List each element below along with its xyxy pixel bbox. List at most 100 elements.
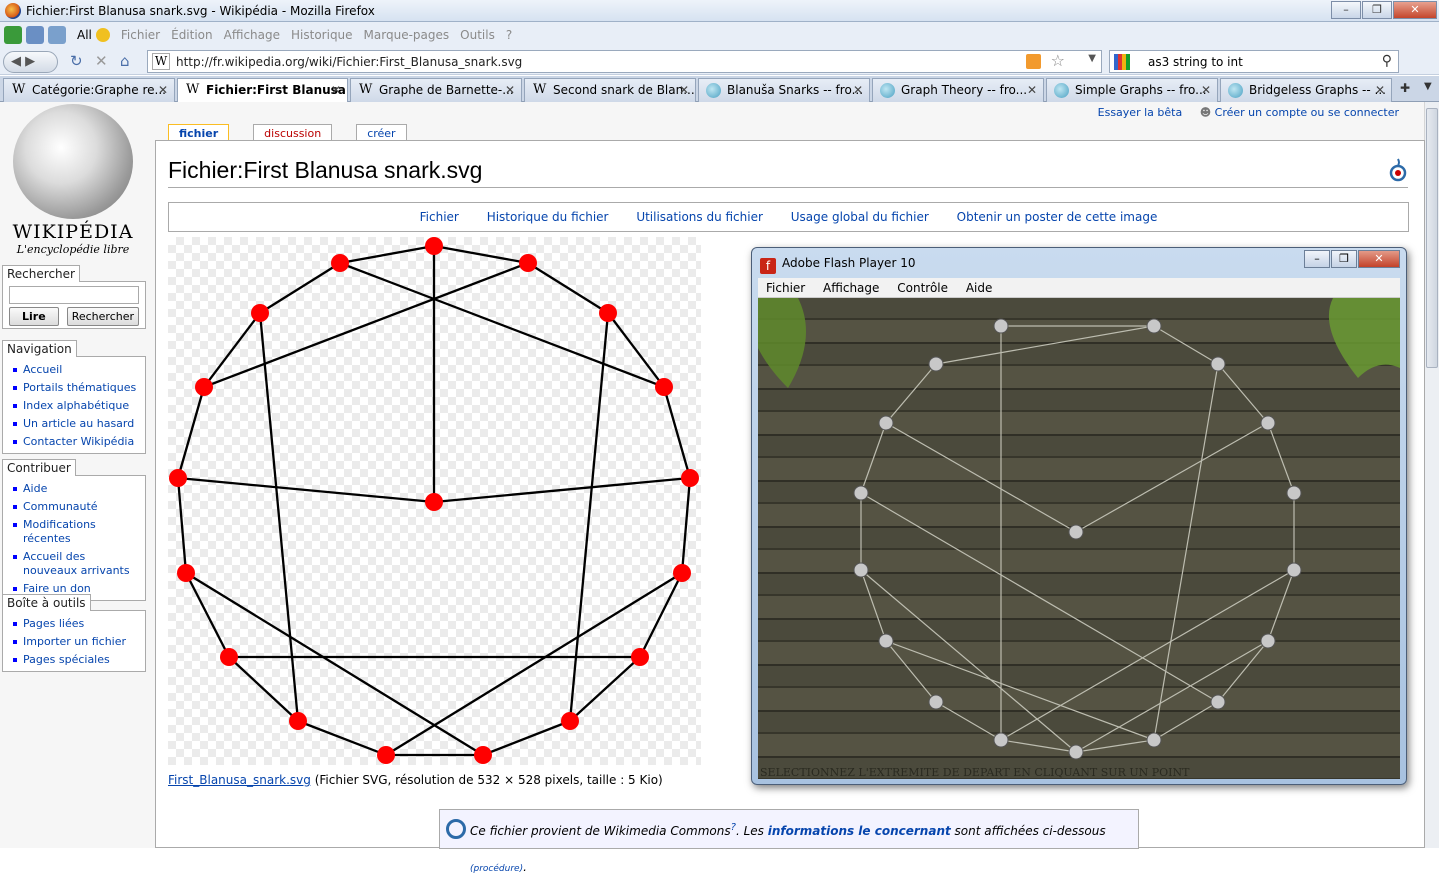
list-all-tabs-icon[interactable]: ▼ (1424, 81, 1432, 92)
graph-vertex[interactable] (993, 318, 1009, 334)
url-text[interactable]: http://fr.wikipedia.org/wiki/Fichier:Fir… (176, 55, 522, 69)
sidebar-item-communaute[interactable]: Communauté (9, 498, 139, 516)
graph-vertex[interactable] (1068, 744, 1084, 760)
stop-icon[interactable]: ✕ (95, 53, 108, 69)
google-icon[interactable] (1114, 54, 1130, 70)
star-icon[interactable] (95, 27, 110, 42)
flash-maximize-button[interactable]: ❐ (1331, 250, 1357, 268)
graph-vertex[interactable] (1068, 524, 1084, 540)
menu-marque-pages[interactable]: Marque-pages (364, 28, 450, 42)
close-tab-icon[interactable]: ✕ (1201, 79, 1211, 101)
graph-vertex[interactable] (1260, 633, 1276, 649)
search-button[interactable]: Rechercher (66, 307, 139, 326)
file-link[interactable]: First_Blanusa_snark.svg (168, 773, 311, 787)
sidebar-item-contacter[interactable]: Contacter Wikipédia (9, 433, 139, 451)
bookmark-star-icon[interactable]: ☆ (1051, 51, 1065, 70)
flash-menu-fichier[interactable]: Fichier (766, 281, 805, 295)
home-icon[interactable]: ⌂ (120, 53, 130, 69)
search-query[interactable]: as3 string to int (1148, 55, 1243, 69)
graph-vertex[interactable] (928, 694, 944, 710)
hand-icon[interactable] (26, 25, 44, 44)
toc-historique[interactable]: Historique du fichier (487, 210, 609, 224)
tab-fichier-first-blanusa[interactable]: W Fichier:First Blanusa... ✕ (177, 78, 348, 103)
sidebar-item-aide[interactable]: Aide (9, 480, 139, 498)
close-tab-icon[interactable]: ✕ (1027, 79, 1037, 101)
flash-menu-affichage[interactable]: Affichage (823, 281, 879, 295)
tab-categorie[interactable]: W Catégorie:Graphe re... ✕ (3, 78, 175, 102)
beta-link[interactable]: Essayer la bêta (1098, 106, 1183, 119)
menu-outils[interactable]: Outils (460, 28, 495, 42)
graph-vertex[interactable] (1210, 694, 1226, 710)
snark-image[interactable] (168, 237, 701, 765)
toc-utilisations[interactable]: Utilisations du fichier (636, 210, 763, 224)
search-icon[interactable]: ⚲ (1382, 53, 1392, 69)
sidebar-search-input[interactable] (9, 286, 139, 304)
menu-historique[interactable]: Historique (291, 28, 353, 42)
speech-icon[interactable] (48, 25, 66, 44)
sidebar-item-importer[interactable]: Importer un fichier (9, 633, 139, 651)
sidebar-item-pages-liees[interactable]: Pages liées (9, 615, 139, 633)
page-scrollbar[interactable] (1424, 102, 1439, 848)
wikipedia-logo[interactable]: WIKIPÉDIA L'encyclopédie libre (8, 104, 138, 259)
graph-vertex[interactable] (878, 633, 894, 649)
toc-usage-global[interactable]: Usage global du fichier (791, 210, 929, 224)
commons-info-link[interactable]: informations le concernant (768, 824, 951, 838)
graph-vertex[interactable] (1146, 318, 1162, 334)
scrollbar-thumb[interactable] (1426, 108, 1438, 368)
close-tab-icon[interactable]: ✕ (331, 79, 341, 101)
graph-vertex[interactable] (993, 732, 1009, 748)
tab-second-snark[interactable]: W Second snark de Blan... ✕ (524, 78, 696, 102)
toc-poster[interactable]: Obtenir un poster de cette image (957, 210, 1158, 224)
addon-icon[interactable] (4, 25, 22, 44)
graph-vertex[interactable] (1286, 562, 1302, 578)
close-button[interactable]: ✕ (1393, 1, 1437, 19)
all-menu[interactable]: All (77, 28, 92, 42)
procedure-link[interactable]: (procédure) (470, 864, 523, 874)
flash-menu-controle[interactable]: Contrôle (897, 281, 948, 295)
close-tab-icon[interactable]: ✕ (679, 79, 689, 101)
sidebar-item-accueil[interactable]: Accueil (9, 361, 139, 379)
graph-vertex[interactable] (853, 485, 869, 501)
commons-icon[interactable] (1387, 157, 1409, 183)
tab-graph-theory[interactable]: Graph Theory -- fro... ✕ (872, 78, 1044, 102)
tab-bridgeless-graphs[interactable]: Bridgeless Graphs -- ... ✕ (1220, 78, 1392, 102)
sidebar-item-modifications[interactable]: Modifications récentes (9, 516, 139, 548)
read-button[interactable]: Lire (9, 307, 59, 326)
tab-simple-graphs[interactable]: Simple Graphs -- fro... ✕ (1046, 78, 1218, 102)
tab-graphe-barnette[interactable]: W Graphe de Barnette-... ✕ (350, 78, 522, 102)
flash-minimize-button[interactable]: – (1304, 250, 1330, 268)
menu-affichage[interactable]: Affichage (224, 28, 280, 42)
close-tab-icon[interactable]: ✕ (505, 79, 515, 101)
rss-icon[interactable] (1026, 54, 1041, 69)
sidebar-item-nouveaux[interactable]: Accueil des nouveaux arrivants (9, 548, 139, 580)
sidebar-item-hasard[interactable]: Un article au hasard (9, 415, 139, 433)
login-link[interactable]: Créer un compte ou se connecter (1215, 106, 1399, 119)
menu-help[interactable]: ? (506, 28, 512, 42)
graph-vertex[interactable] (1210, 356, 1226, 372)
tab-scroll-icon[interactable]: ✚ (1400, 81, 1410, 95)
sidebar-item-portails[interactable]: Portails thématiques (9, 379, 139, 397)
url-bar[interactable]: W http://fr.wikipedia.org/wiki/Fichier:F… (147, 50, 1102, 73)
toc-fichier[interactable]: Fichier (420, 210, 459, 224)
graph-vertex[interactable] (853, 562, 869, 578)
flash-menu-aide[interactable]: Aide (966, 281, 993, 295)
close-tab-icon[interactable]: ✕ (1375, 79, 1385, 101)
url-dropdown-icon[interactable]: ▼ (1088, 53, 1096, 64)
menu-edition[interactable]: Édition (171, 28, 213, 42)
graph-vertex[interactable] (1260, 415, 1276, 431)
back-forward-buttons[interactable]: ◀ ▶ (3, 51, 58, 73)
sidebar-item-index[interactable]: Index alphabétique (9, 397, 139, 415)
tab-blanusa-snarks[interactable]: Blanuša Snarks -- fro... ✕ (698, 78, 870, 102)
menu-fichier[interactable]: Fichier (121, 28, 160, 42)
flash-stage[interactable]: SELECTIONNEZ L'EXTREMITE DE DEPART EN CL… (758, 298, 1400, 779)
graph-vertex[interactable] (1146, 732, 1162, 748)
reload-icon[interactable]: ↻ (70, 53, 83, 69)
minimize-button[interactable]: – (1331, 1, 1361, 19)
graph-vertex[interactable] (928, 356, 944, 372)
graph-vertex[interactable] (1286, 485, 1302, 501)
maximize-button[interactable]: ❐ (1362, 1, 1392, 19)
close-tab-icon[interactable]: ✕ (158, 79, 168, 101)
graph-vertex[interactable] (878, 415, 894, 431)
flash-close-button[interactable]: ✕ (1358, 250, 1400, 268)
close-tab-icon[interactable]: ✕ (853, 79, 863, 101)
